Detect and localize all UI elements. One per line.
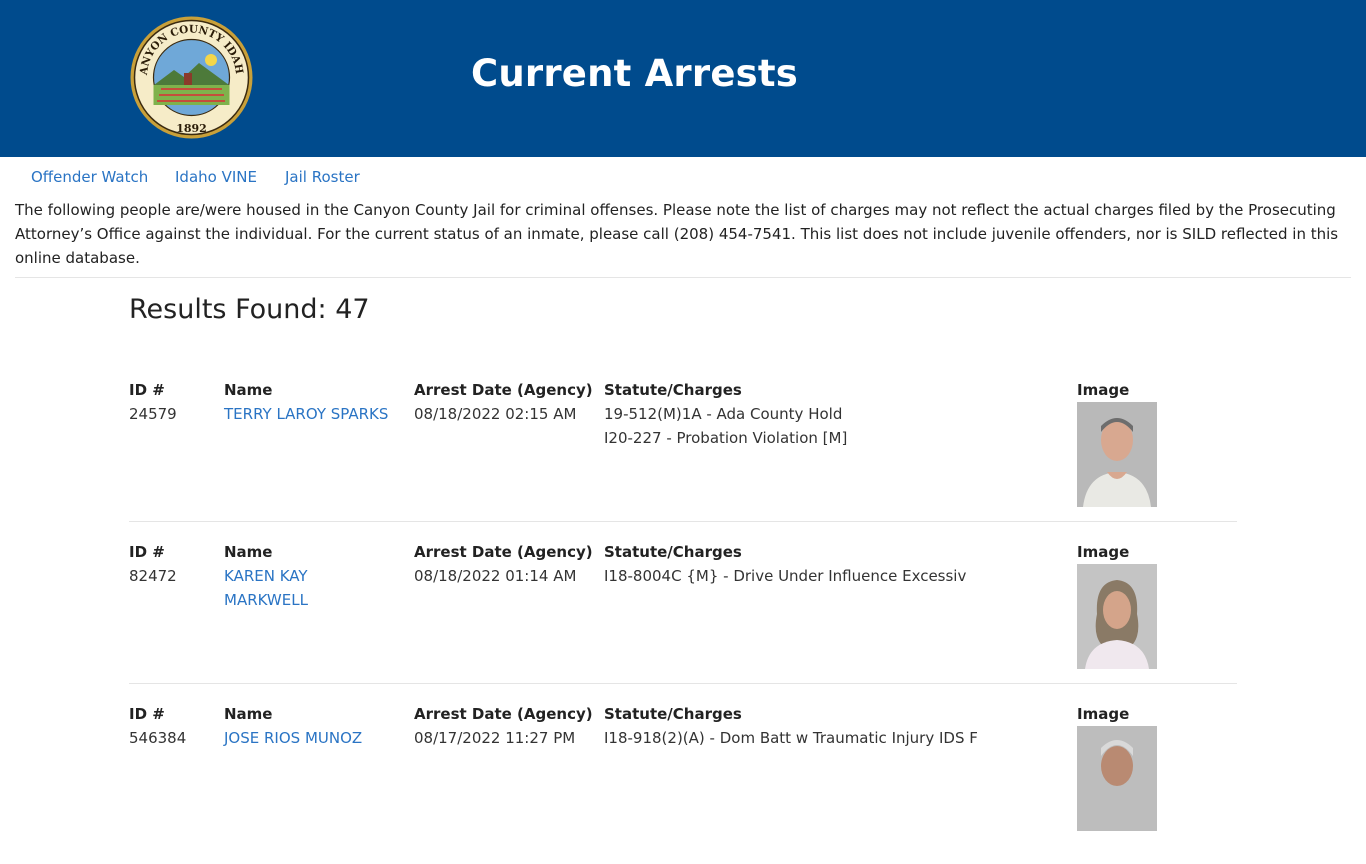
arrest-date-header: Arrest Date (Agency) — [414, 381, 593, 399]
name-header: Name — [224, 381, 273, 399]
image-header: Image — [1077, 543, 1130, 561]
svg-text:1892: 1892 — [176, 122, 207, 135]
nav-link-idaho-vine[interactable]: Idaho VINE — [175, 168, 257, 186]
record-arrest-date: 08/18/2022 02:15 AM — [414, 405, 577, 423]
row-divider — [129, 521, 1237, 522]
mugshot-photo[interactable] — [1077, 402, 1157, 507]
results-count: Results Found: 47 — [129, 294, 370, 325]
image-header: Image — [1077, 381, 1130, 399]
record-charge: I18-918(2)(A) - Dom Batt w Traumatic Inj… — [604, 729, 978, 747]
arrest-record: ID # 24579 Name TERRY LAROY SPARKS Arres… — [129, 378, 1237, 540]
row-divider — [129, 683, 1237, 684]
arrest-date-header: Arrest Date (Agency) — [414, 543, 593, 561]
nav-link-jail-roster[interactable]: Jail Roster — [285, 168, 360, 186]
charges-header: Statute/Charges — [604, 543, 742, 561]
id-header: ID # — [129, 705, 165, 723]
charges-header: Statute/Charges — [604, 381, 742, 399]
arrest-record: ID # 546384 Name JOSE RIOS MUNOZ Arrest … — [129, 702, 1237, 864]
page-header: CANYON COUNTY IDAHO 1892 Current Arrests — [0, 0, 1366, 157]
record-charge: I20-227 - Probation Violation [M] — [604, 429, 848, 447]
name-header: Name — [224, 705, 273, 723]
id-header: ID # — [129, 381, 165, 399]
record-charge: 19-512(M)1A - Ada County Hold — [604, 405, 843, 423]
intro-disclaimer: The following people are/were housed in … — [15, 201, 1339, 267]
record-arrest-date: 08/18/2022 01:14 AM — [414, 567, 577, 585]
record-charge: I18-8004C {M} - Drive Under Influence Ex… — [604, 567, 967, 585]
nav-link-offender-watch[interactable]: Offender Watch — [31, 168, 148, 186]
record-id: 82472 — [129, 567, 177, 585]
record-id: 546384 — [129, 729, 187, 747]
mugshot-photo[interactable] — [1077, 726, 1157, 831]
record-name-link[interactable]: TERRY LAROY SPARKS — [224, 402, 399, 426]
record-name-link[interactable]: JOSE RIOS MUNOZ — [224, 726, 399, 750]
page-title: Current Arrests — [471, 52, 798, 95]
county-seal-logo: CANYON COUNTY IDAHO 1892 — [129, 15, 253, 139]
arrest-record: ID # 82472 Name KAREN KAY MARKWELL Arres… — [129, 540, 1237, 702]
arrest-date-header: Arrest Date (Agency) — [414, 705, 593, 723]
image-header: Image — [1077, 705, 1130, 723]
mugshot-photo[interactable] — [1077, 564, 1157, 669]
divider — [15, 277, 1351, 278]
id-header: ID # — [129, 543, 165, 561]
name-header: Name — [224, 543, 273, 561]
arrest-list: ID # 24579 Name TERRY LAROY SPARKS Arres… — [129, 378, 1237, 864]
record-id: 24579 — [129, 405, 177, 423]
charges-header: Statute/Charges — [604, 705, 742, 723]
record-name-link[interactable]: KAREN KAY MARKWELL — [224, 564, 334, 612]
record-arrest-date: 08/17/2022 11:27 PM — [414, 729, 576, 747]
top-nav: Offender Watch Idaho VINE Jail Roster — [0, 157, 1366, 197]
